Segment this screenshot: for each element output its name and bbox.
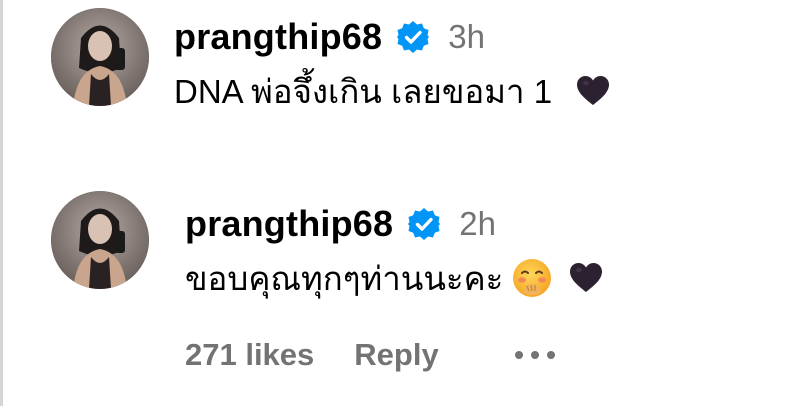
comment-text-line: DNA พ่อจึ้งเกิน เลยขอมา 1 xyxy=(174,66,610,116)
verified-badge-icon xyxy=(407,207,441,241)
avatar[interactable] xyxy=(51,8,149,106)
comment-text-line: ขอบคุณทุกๆท่านนะคะ xyxy=(185,253,603,303)
username-link[interactable]: prangthip68 xyxy=(174,16,382,58)
more-options-icon[interactable] xyxy=(514,351,555,359)
black-heart-icon xyxy=(576,75,610,107)
reply-comment-item: prangthip68 2h ขอบคุณทุกๆท่านนะคะ 271 li… xyxy=(0,180,800,406)
black-heart-icon xyxy=(569,262,603,294)
comment-text: DNA พ่อจึ้งเกิน เลยขอมา 1 xyxy=(174,72,553,110)
comment-header: prangthip68 3h xyxy=(174,12,485,62)
comment-timestamp[interactable]: 3h xyxy=(448,18,485,56)
avatar[interactable] xyxy=(51,191,149,289)
verified-badge-icon xyxy=(396,20,430,54)
dot xyxy=(546,351,555,359)
comment-text: ขอบคุณทุกๆท่านนะคะ xyxy=(185,259,504,297)
username-link[interactable]: prangthip68 xyxy=(185,203,393,245)
dot xyxy=(530,351,539,359)
comment-header: prangthip68 2h xyxy=(185,199,496,249)
blushing-face-emoji-icon xyxy=(511,257,553,299)
dot xyxy=(514,351,523,359)
comment-item: prangthip68 3h DNA พ่อจึ้งเกิน เลยขอมา 1 xyxy=(0,0,800,140)
comment-timestamp[interactable]: 2h xyxy=(459,205,496,243)
comment-actions: 271 likes Reply xyxy=(185,330,555,380)
likes-count-button[interactable]: 271 likes xyxy=(185,337,314,373)
reply-button[interactable]: Reply xyxy=(354,337,438,373)
